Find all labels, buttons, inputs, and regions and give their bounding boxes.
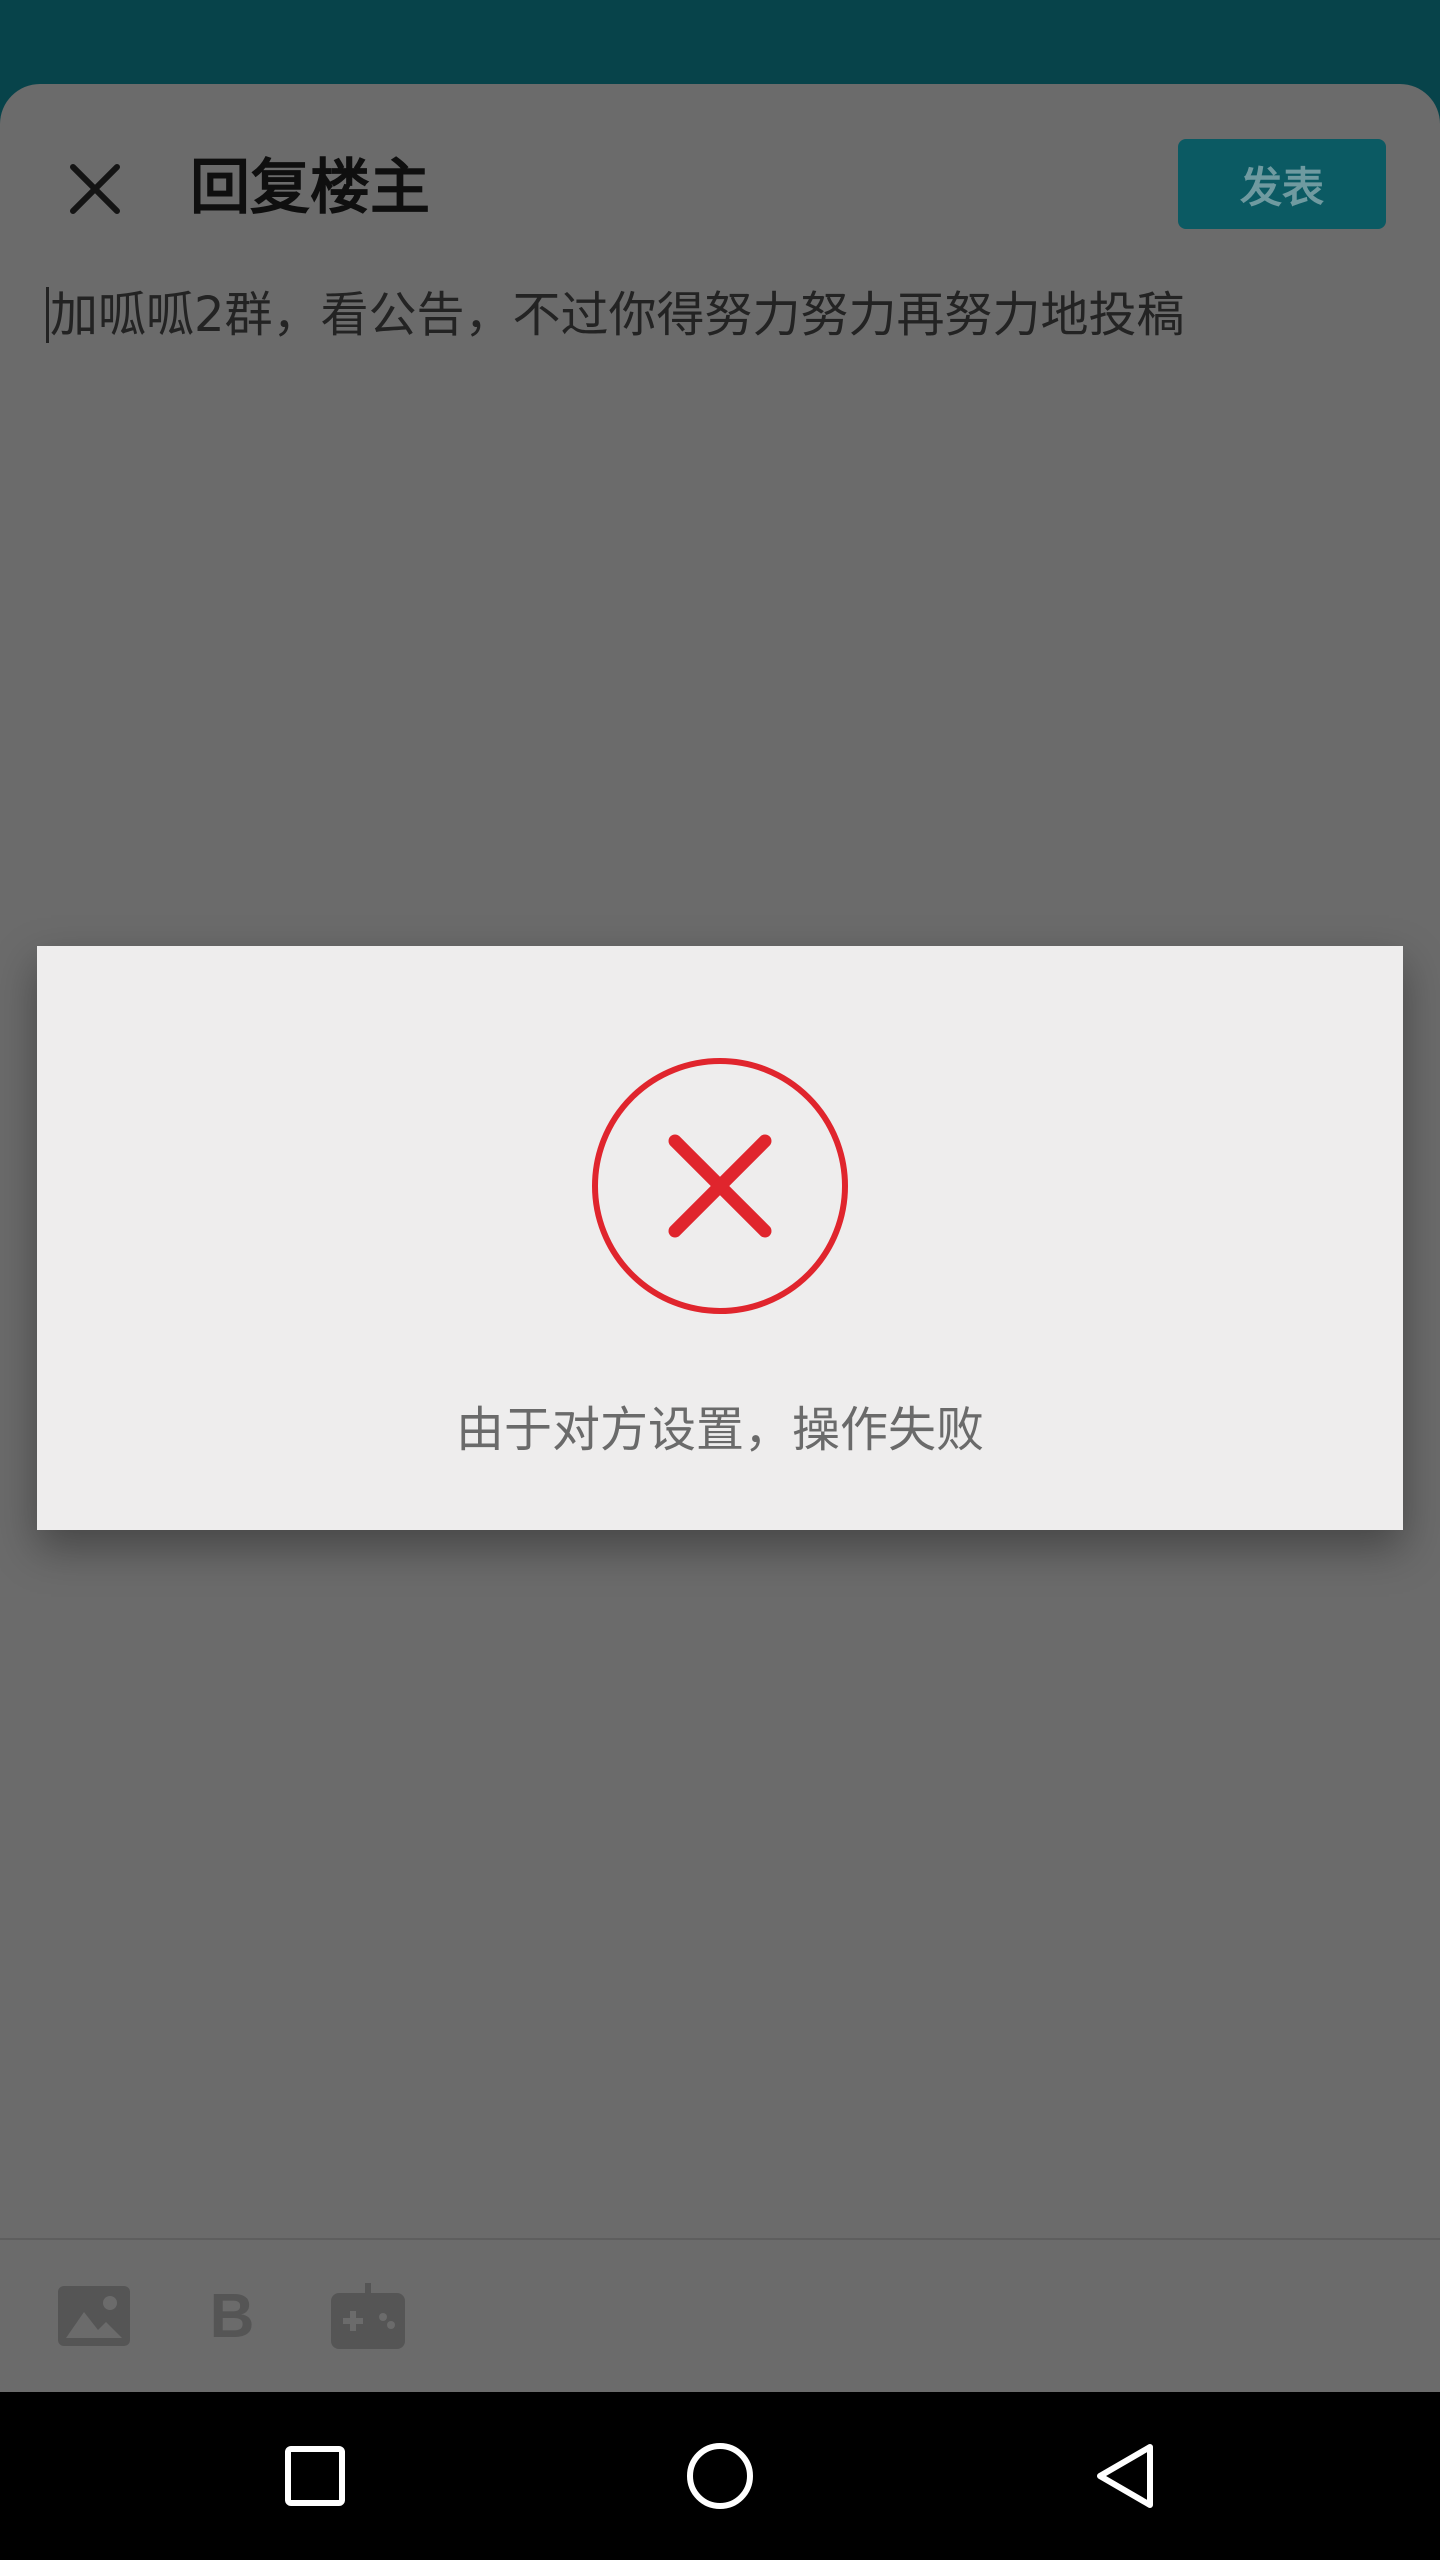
back-button[interactable]	[1075, 2426, 1175, 2526]
page-title: 回复楼主	[190, 153, 430, 223]
header: 回复楼主 发表	[0, 84, 1440, 284]
recent-apps-icon	[285, 2446, 345, 2506]
navigation-bar	[0, 2392, 1440, 2560]
recent-apps-button[interactable]	[265, 2426, 365, 2526]
home-icon	[687, 2443, 753, 2509]
home-button[interactable]	[670, 2426, 770, 2526]
bold-icon: B	[209, 2281, 255, 2351]
error-dialog: 由于对方设置，操作失败	[37, 946, 1403, 1530]
back-icon	[1097, 2444, 1153, 2508]
insert-game-button[interactable]	[326, 2274, 410, 2358]
screen: 回复楼主 发表 加呱呱2群，看公告，不过你得努力努力再努力地投稿 B 由于对方设…	[0, 0, 1440, 2560]
close-icon	[70, 164, 120, 214]
error-icon	[592, 1058, 848, 1314]
image-icon	[58, 2286, 130, 2346]
insert-image-button[interactable]	[52, 2274, 136, 2358]
error-message: 由于对方设置，操作失败	[455, 1402, 984, 1458]
close-button[interactable]	[50, 144, 140, 234]
publish-button[interactable]: 发表	[1178, 139, 1386, 229]
gamepad-icon	[331, 2283, 405, 2349]
bold-button[interactable]: B	[190, 2274, 274, 2358]
text-cursor	[46, 287, 49, 343]
editor-toolbar: B	[0, 2238, 1440, 2392]
reply-text-content: 加呱呱2群，看公告，不过你得努力努力再努力地投稿	[50, 287, 1185, 343]
status-bar	[0, 0, 1440, 84]
